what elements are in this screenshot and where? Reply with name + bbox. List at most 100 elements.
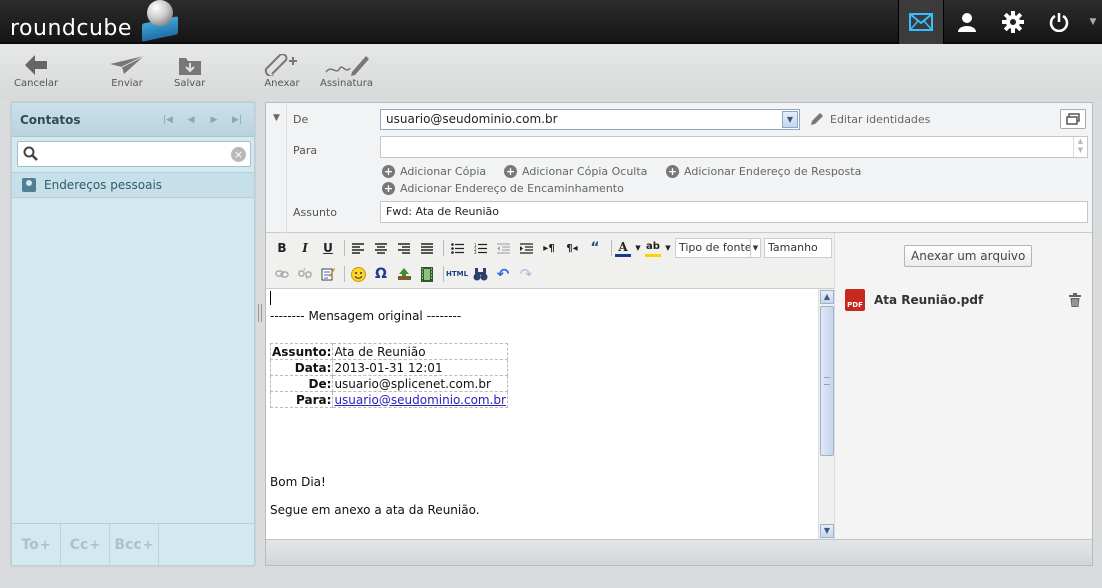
editor-toolbar-row-2: Ω HTML ↶ ↷ <box>272 263 539 285</box>
add-bcc-link[interactable]: + Adicionar Cópia Oculta <box>504 165 647 178</box>
cancel-button[interactable]: Cancelar <box>14 54 58 89</box>
underline-button[interactable]: U <box>318 238 338 258</box>
message-body-editor[interactable]: -------- Mensagem original -------- Assu… <box>266 289 834 539</box>
compose-area: ▼ De usuario@seudominio.com.br ▼ Editar … <box>265 102 1093 566</box>
unlink-icon[interactable] <box>295 264 315 284</box>
link-icon[interactable] <box>272 264 292 284</box>
add-bcc-button[interactable]: Bcc + <box>110 524 159 566</box>
insert-media-icon[interactable] <box>417 264 437 284</box>
highlight-chevron-down-icon[interactable]: ▼ <box>664 238 672 258</box>
special-char-icon[interactable]: Ω <box>371 264 391 284</box>
popout-window-icon <box>1066 113 1080 125</box>
send-button[interactable]: Enviar <box>108 54 146 89</box>
signature-button[interactable]: Assinatura <box>320 54 373 89</box>
add-cc-link[interactable]: + Adicionar Cópia <box>382 165 486 178</box>
nav-more-chevron-down-icon[interactable]: ▼ <box>1084 0 1102 44</box>
add-cc-button[interactable]: Cc + <box>61 524 110 566</box>
nav-contacts[interactable] <box>944 0 990 44</box>
logo-cube-icon <box>136 0 184 42</box>
original-message-separator: -------- Mensagem original -------- <box>270 309 462 323</box>
blockquote-icon[interactable]: “ <box>585 238 605 258</box>
add-reply-to-link[interactable]: + Adicionar Endereço de Resposta <box>666 165 861 178</box>
scroll-down-icon[interactable]: ▼ <box>820 524 834 538</box>
attach-label: Anexar <box>264 78 300 89</box>
editor-scrollbar[interactable]: ▲ ▼ <box>818 289 834 539</box>
from-value: usuario@seudominio.com.br <box>386 112 558 126</box>
text-color-chevron-down-icon[interactable]: ▼ <box>634 238 642 258</box>
contacts-title: Contatos <box>20 112 81 127</box>
align-justify-icon[interactable] <box>417 238 437 258</box>
editor-toolbar-row-1: B I U 123 ▸¶ ¶◂ “ A ▼ ab ▼ Tipo de fonte… <box>272 237 835 259</box>
clear-search-icon[interactable]: × <box>231 147 246 162</box>
italic-button[interactable]: I <box>295 238 315 258</box>
body-text: Segue em anexo a ata da Reunião. <box>270 503 480 517</box>
trash-icon[interactable] <box>1069 293 1081 307</box>
emoticon-icon[interactable] <box>348 264 368 284</box>
highlight-color-icon[interactable]: ab <box>645 239 661 257</box>
align-center-icon[interactable] <box>371 238 391 258</box>
edit-source-icon[interactable] <box>318 264 338 284</box>
attach-file-button[interactable]: Anexar um arquivo <box>904 245 1033 267</box>
save-icon <box>178 58 201 75</box>
compose-headers: ▼ De usuario@seudominio.com.br ▼ Editar … <box>266 103 1092 233</box>
svg-text:3: 3 <box>474 250 477 254</box>
collapse-headers-icon[interactable]: ▼ <box>273 113 280 123</box>
scroll-thumb[interactable] <box>820 306 834 456</box>
html-source-button[interactable]: HTML <box>446 264 468 284</box>
last-page-icon[interactable]: ▶| <box>230 115 244 125</box>
compose-footer <box>266 539 1092 565</box>
previous-page-icon[interactable]: ◀ <box>184 115 198 125</box>
greeting-text: Bom Dia! <box>270 475 326 489</box>
indent-icon[interactable] <box>516 238 536 258</box>
scroll-up-icon[interactable]: ▲ <box>820 290 834 304</box>
toolbar-divider <box>611 240 612 256</box>
plus-circle-icon: + <box>504 165 517 178</box>
subject-label: Assunto <box>293 206 337 219</box>
save-label: Salvar <box>174 78 206 89</box>
search-replace-icon[interactable] <box>470 264 490 284</box>
outdent-icon[interactable] <box>493 238 513 258</box>
to-label: Para <box>293 144 318 157</box>
ltr-direction-icon[interactable]: ▸¶ <box>539 238 559 258</box>
nav-settings[interactable] <box>990 0 1036 44</box>
original-subject-key: Assunto: <box>269 343 334 360</box>
rtl-direction-icon[interactable]: ¶◂ <box>562 238 582 258</box>
font-family-select[interactable]: Tipo de fonte ▼ <box>675 238 761 258</box>
add-followup-to-link[interactable]: + Adicionar Endereço de Encaminhamento <box>382 182 624 195</box>
align-left-icon[interactable] <box>348 238 368 258</box>
first-page-icon[interactable]: |◀ <box>161 115 175 125</box>
headers-divider <box>286 103 287 233</box>
toolbar-divider <box>443 266 444 282</box>
save-button[interactable]: Salvar <box>174 54 205 89</box>
numbered-list-icon[interactable]: 123 <box>470 238 490 258</box>
attachment-item[interactable]: PDF Ata Reunião.pdf <box>845 289 1085 311</box>
bold-button[interactable]: B <box>272 238 292 258</box>
subject-input[interactable]: Fwd: Ata de Reunião <box>380 201 1088 223</box>
font-size-select[interactable]: Tamanho <box>764 238 832 258</box>
popout-button[interactable] <box>1060 109 1086 129</box>
bullet-list-icon[interactable] <box>447 238 467 258</box>
nav-mail[interactable] <box>898 0 944 44</box>
redo-icon[interactable]: ↷ <box>516 264 536 284</box>
to-input[interactable]: ▲ ▼ <box>380 136 1088 158</box>
compose-toolbar: Cancelar Enviar Salvar Anexar Assinatura <box>0 44 1102 100</box>
from-select[interactable]: usuario@seudominio.com.br ▼ <box>380 109 800 130</box>
to-field-scrollbar[interactable]: ▲ ▼ <box>1073 137 1087 157</box>
contacts-search-input[interactable] <box>42 145 222 163</box>
insert-image-icon[interactable] <box>394 264 414 284</box>
undo-icon[interactable]: ↶ <box>493 264 513 284</box>
align-right-icon[interactable] <box>394 238 414 258</box>
addressbook-icon <box>22 178 36 192</box>
original-to-link[interactable]: usuario@seudominio.com.br <box>334 393 506 407</box>
edit-identities-link[interactable]: Editar identidades <box>810 112 930 126</box>
nav-logout[interactable] <box>1036 0 1082 44</box>
cancel-label: Cancelar <box>14 78 59 89</box>
attach-button[interactable]: Anexar <box>262 54 302 89</box>
user-icon <box>958 13 976 32</box>
addressbook-item-personal[interactable]: Endereços pessoais <box>12 172 254 198</box>
logo[interactable]: roundcube <box>10 0 184 42</box>
next-page-icon[interactable]: ▶ <box>207 115 221 125</box>
add-to-button[interactable]: To + <box>12 524 61 566</box>
panel-splitter[interactable] <box>258 304 262 322</box>
text-color-icon[interactable]: A <box>615 239 631 257</box>
